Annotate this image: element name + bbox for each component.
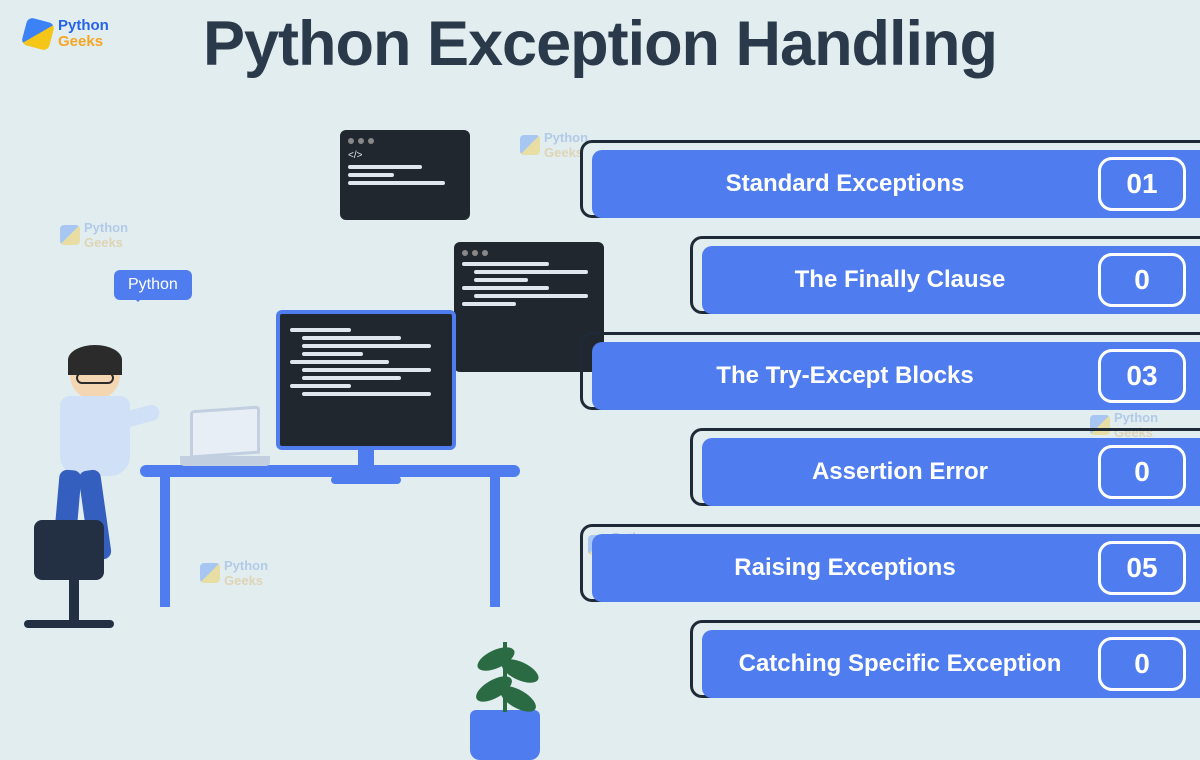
- topic-item: Standard Exceptions 01: [580, 140, 1200, 230]
- laptop-icon: [190, 408, 270, 466]
- topic-item: The Try-Except Blocks 03: [580, 332, 1200, 422]
- watermark-icon: [520, 135, 540, 155]
- topic-label: Standard Exceptions: [592, 171, 1098, 197]
- speech-bubble: Python: [114, 270, 192, 300]
- topic-item: The Finally Clause 0: [690, 236, 1200, 326]
- topic-number: 03: [1098, 349, 1186, 403]
- topic-number: 05: [1098, 541, 1186, 595]
- topic-number: 0: [1098, 253, 1186, 307]
- chair-icon: [34, 520, 114, 628]
- topic-number: 0: [1098, 637, 1186, 691]
- topic-label: Raising Exceptions: [592, 555, 1098, 581]
- topic-number: 01: [1098, 157, 1186, 211]
- illustration-scene: Python </>: [40, 230, 560, 690]
- watermark: PythonGeeks: [520, 130, 588, 160]
- topic-item: Catching Specific Exception 0: [690, 620, 1200, 710]
- page-title: Python Exception Handling: [0, 8, 1200, 80]
- topic-item: Raising Exceptions 05: [580, 524, 1200, 614]
- person-icon: [70, 350, 130, 476]
- topic-label: The Try-Except Blocks: [592, 363, 1098, 389]
- desk-icon: [140, 465, 520, 477]
- topic-label: Assertion Error: [702, 459, 1098, 485]
- topic-number: 0: [1098, 445, 1186, 499]
- topic-label: The Finally Clause: [702, 267, 1098, 293]
- topic-list: Standard Exceptions 01 The Finally Claus…: [580, 140, 1200, 716]
- topic-item: Assertion Error 0: [690, 428, 1200, 518]
- monitor-icon: [276, 310, 456, 484]
- plant-icon: [470, 710, 540, 760]
- code-window-icon: </>: [340, 130, 470, 220]
- topic-label: Catching Specific Exception: [702, 651, 1098, 677]
